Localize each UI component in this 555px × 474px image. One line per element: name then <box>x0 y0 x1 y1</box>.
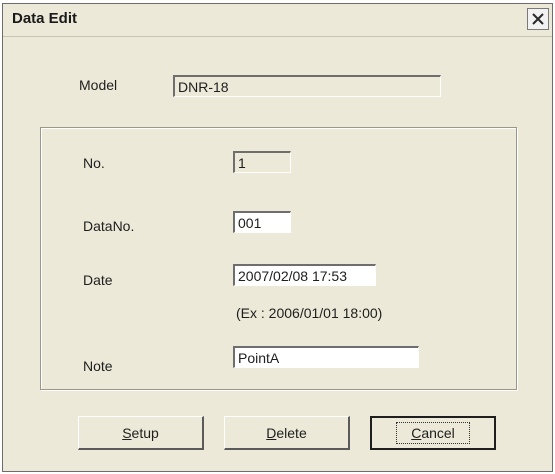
date-input[interactable]: 2007/02/08 17:53 <box>233 264 376 286</box>
close-button[interactable] <box>527 8 549 30</box>
note-input[interactable]: PointA <box>233 346 419 368</box>
data-edit-dialog: Data Edit Model DNR-18 No. 1 DataNo. 001… <box>2 3 553 472</box>
no-field: 1 <box>233 151 291 173</box>
delete-button-label: Delete <box>266 424 307 441</box>
no-label: No. <box>83 155 105 171</box>
title-bar: Data Edit <box>3 4 552 37</box>
model-label: Model <box>79 77 118 93</box>
setup-button[interactable]: Setup <box>78 416 204 450</box>
cancel-button-label: Cancel <box>396 422 470 444</box>
note-label: Note <box>83 358 113 374</box>
model-field: DNR-18 <box>173 75 441 97</box>
date-label: Date <box>83 272 113 288</box>
dialog-title: Data Edit <box>12 10 78 27</box>
close-icon <box>532 13 544 25</box>
datano-label: DataNo. <box>83 218 135 234</box>
setup-button-label: Setup <box>122 424 159 441</box>
cancel-button[interactable]: Cancel <box>370 416 496 450</box>
delete-button[interactable]: Delete <box>224 416 350 450</box>
date-format-hint: (Ex : 2006/01/01 18:00) <box>236 305 383 321</box>
datano-input[interactable]: 001 <box>233 211 291 233</box>
